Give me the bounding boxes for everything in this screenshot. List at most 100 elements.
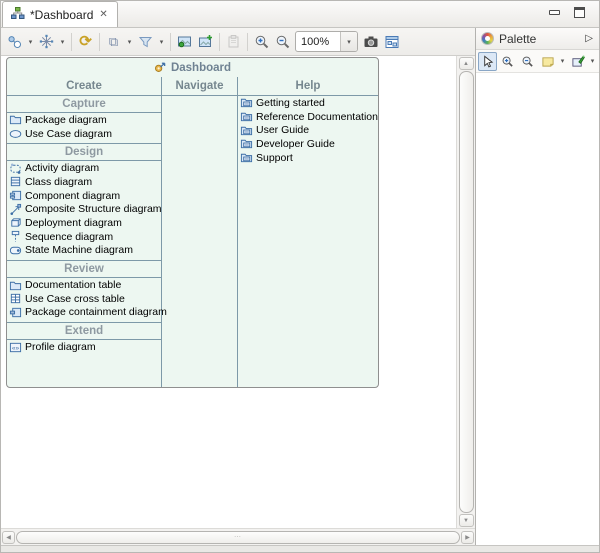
palette-body[interactable]: [476, 73, 599, 545]
list-item-package-containment-diagram[interactable]: Package containment diagram: [7, 306, 161, 320]
composite-structure-diagram-icon: [9, 203, 22, 216]
graph-layout-button[interactable]: [36, 31, 57, 53]
cursor-icon: [481, 55, 494, 68]
diagram-view-button[interactable]: [381, 31, 402, 53]
list-item-composite-structure-diagram[interactable]: Composite Structure diagram: [7, 202, 161, 216]
package-containment-diagram-icon: [9, 306, 22, 319]
papyrus-window: *Dashboard ✕ ▾ ▾ ⟳ ⧉ ▾: [0, 0, 600, 553]
toolbar-separator: [99, 33, 100, 51]
annotation-tool-button[interactable]: [568, 52, 587, 71]
navigate-column: Navigate: [162, 77, 238, 387]
help-folder-icon: [240, 110, 253, 123]
copy-appearance-dropdown-icon[interactable]: ▾: [124, 31, 135, 53]
vertical-scrollbar-thumb[interactable]: [459, 71, 474, 513]
vertical-scrollbar[interactable]: ▲ ▼: [456, 56, 475, 528]
zoom-level-value: 100%: [296, 36, 340, 48]
note-tool-button[interactable]: [538, 52, 557, 71]
nodes-layout-dropdown-icon[interactable]: ▾: [25, 31, 36, 53]
diagram-toolbar: ▾ ▾ ⟳ ⧉ ▾ ▾: [1, 28, 475, 56]
help-folder-icon: [240, 137, 253, 150]
copy-appearance-icon: ⧉: [109, 35, 118, 48]
horizontal-scrollbar-thumb[interactable]: ⋯: [16, 531, 460, 544]
dashboard-icon: [154, 60, 167, 76]
palette-header[interactable]: Palette ▷: [476, 28, 599, 50]
scroll-up-icon[interactable]: ▲: [459, 57, 474, 70]
list-item-sequence-diagram[interactable]: Sequence diagram: [7, 230, 161, 244]
design-header: Design: [7, 144, 161, 161]
filter-button[interactable]: [135, 31, 156, 53]
list-item-support[interactable]: Support: [238, 151, 378, 165]
extend-header: Extend: [7, 323, 161, 340]
scroll-left-icon[interactable]: ◀: [2, 531, 15, 544]
deployment-diagram-icon: [9, 216, 22, 229]
list-item-class-diagram[interactable]: Class diagram: [7, 175, 161, 189]
activity-diagram-icon: [9, 162, 22, 175]
palette-expand-icon[interactable]: ▷: [585, 33, 593, 44]
list-item-profile-diagram[interactable]: «» Profile diagram: [7, 340, 161, 354]
list-item-reference-documentation[interactable]: Reference Documentation: [238, 110, 378, 124]
scroll-right-icon[interactable]: ▶: [461, 531, 474, 544]
zoom-level-combo[interactable]: 100% ▾: [295, 31, 358, 52]
extend-section: Extend «» Profile diagram: [7, 322, 161, 357]
editor-tab-bar: *Dashboard ✕: [1, 1, 599, 28]
tab-title: *Dashboard: [30, 8, 93, 22]
sync-icon: ⟳: [79, 34, 92, 49]
nodes-layout-button[interactable]: [4, 31, 25, 53]
class-diagram-icon: [9, 175, 22, 188]
dashboard-title: Dashboard: [171, 62, 231, 74]
sync-button[interactable]: ⟳: [75, 31, 96, 53]
component-diagram-icon: [9, 189, 22, 202]
list-item-use-case-cross-table[interactable]: Use Case cross table: [7, 292, 161, 306]
list-item-getting-started[interactable]: Getting started: [238, 96, 378, 110]
note-dropdown-icon[interactable]: ▾: [558, 57, 567, 65]
tab-dashboard[interactable]: *Dashboard ✕: [2, 1, 118, 27]
list-item-use-case-diagram[interactable]: Use Case diagram: [7, 127, 161, 141]
copy-appearance-button[interactable]: ⧉: [103, 31, 124, 53]
export-image-button[interactable]: [174, 31, 195, 53]
snapshot-button[interactable]: [360, 31, 381, 53]
documentation-table-icon: [9, 279, 22, 292]
scroll-down-icon[interactable]: ▼: [459, 514, 474, 527]
select-tool-button[interactable]: [478, 52, 497, 71]
zoom-in-button[interactable]: [251, 31, 272, 53]
graph-layout-dropdown-icon[interactable]: ▾: [57, 31, 68, 53]
horizontal-scrollbar[interactable]: ◀ ⋯ ▶: [1, 528, 475, 545]
help-folder-icon: [240, 96, 253, 109]
paste-button: [223, 31, 244, 53]
review-header: Review: [7, 261, 161, 278]
help-column: Help Getting started Reference Documenta…: [238, 77, 378, 387]
help-folder-icon: [240, 151, 253, 164]
palette-icon: [481, 32, 494, 45]
help-folder-icon: [240, 124, 253, 137]
palette-zoom-in-button[interactable]: [498, 52, 517, 71]
dashboard-panel: Dashboard Create Capture Packag: [6, 57, 379, 388]
list-item-package-diagram[interactable]: Package diagram: [7, 113, 161, 127]
package-diagram-icon: [9, 113, 22, 126]
annotation-dropdown-icon[interactable]: ▾: [588, 57, 597, 65]
zoom-out-button[interactable]: [272, 31, 293, 53]
list-item-developer-guide[interactable]: Developer Guide: [238, 137, 378, 151]
review-section: Review Documentation table Use Case cros…: [7, 260, 161, 322]
list-item-component-diagram[interactable]: Component diagram: [7, 189, 161, 203]
palette-toolbar: ▾ ▾: [476, 50, 599, 73]
capture-section: Capture Package diagram Use Case diagram: [7, 96, 161, 143]
toolbar-separator: [247, 33, 248, 51]
close-icon[interactable]: ✕: [98, 9, 108, 20]
list-item-activity-diagram[interactable]: Activity diagram: [7, 161, 161, 175]
use-case-cross-table-icon: [9, 292, 22, 305]
add-image-button[interactable]: [195, 31, 216, 53]
palette-zoom-out-button[interactable]: [518, 52, 537, 71]
minimize-icon[interactable]: [549, 10, 560, 15]
note-icon: [541, 55, 555, 68]
list-item-deployment-diagram[interactable]: Deployment diagram: [7, 216, 161, 230]
pin-icon: [571, 55, 585, 68]
navigate-header: Navigate: [162, 77, 237, 96]
list-item-documentation-table[interactable]: Documentation table: [7, 278, 161, 292]
palette-panel: Palette ▷ ▾ ▾: [475, 28, 599, 545]
filter-dropdown-icon[interactable]: ▾: [156, 31, 167, 53]
zoom-combo-dropdown-icon[interactable]: ▾: [340, 32, 357, 51]
list-item-state-machine-diagram[interactable]: State Machine diagram: [7, 244, 161, 258]
maximize-icon[interactable]: [574, 7, 585, 18]
diagram-canvas[interactable]: Dashboard Create Capture Packag: [1, 56, 456, 528]
list-item-user-guide[interactable]: User Guide: [238, 123, 378, 137]
